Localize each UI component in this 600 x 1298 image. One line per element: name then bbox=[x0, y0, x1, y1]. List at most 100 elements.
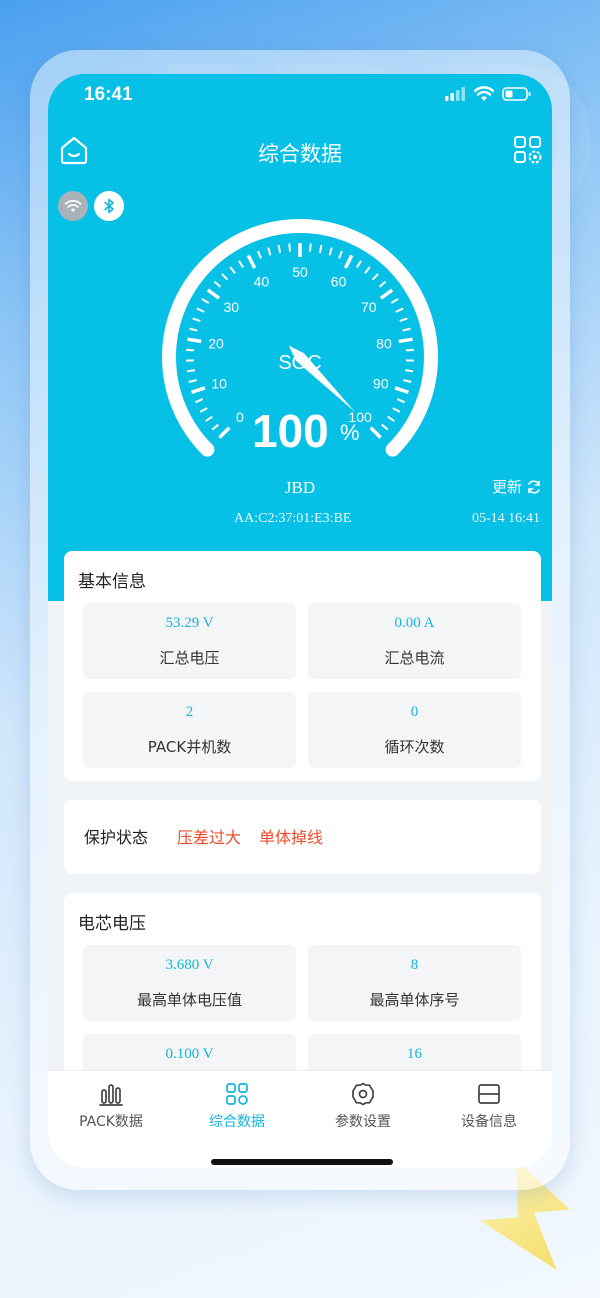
protection-status-card: 保护状态 压差过大 单体掉线 bbox=[64, 800, 541, 874]
gauge-minor-tick bbox=[267, 247, 272, 256]
gauge-minor-tick bbox=[387, 415, 395, 422]
gauge-minor-tick bbox=[221, 273, 229, 281]
gauge-minor-tick bbox=[381, 423, 389, 431]
gauge-major-tick bbox=[398, 337, 413, 344]
gauge-minor-tick bbox=[395, 307, 404, 313]
bottom-tab-bar: PACK数据 综合数据 参数设置 设备信息 bbox=[48, 1070, 552, 1168]
gauge-tick-label: 40 bbox=[254, 273, 270, 289]
gauge-minor-tick bbox=[192, 317, 201, 323]
total-current-label: 汇总电流 bbox=[384, 649, 445, 667]
device-name: JBD bbox=[284, 478, 316, 497]
protection-tag: 压差过大 bbox=[177, 828, 242, 847]
gauge-minor-tick bbox=[186, 369, 195, 373]
gear-icon bbox=[352, 1082, 374, 1106]
gauge-needle bbox=[288, 345, 356, 413]
pack-count-cell: 2 PACK并机数 bbox=[83, 692, 296, 768]
total-voltage-cell: 53.29 V 汇总电压 bbox=[83, 603, 296, 679]
gauge-minor-tick bbox=[378, 280, 387, 288]
gauge-minor-tick bbox=[238, 260, 245, 269]
gauge-minor-tick bbox=[364, 266, 371, 274]
cycle-count-cell: 0 循环次数 bbox=[308, 692, 521, 768]
cell-index-value: 16 bbox=[407, 1046, 422, 1062]
gauge-minor-tick bbox=[328, 247, 333, 256]
gauge-major-tick bbox=[379, 288, 394, 300]
gauge-minor-tick bbox=[338, 250, 343, 259]
tab-pack-data-label: PACK数据 bbox=[79, 1114, 143, 1130]
gauge-major-tick bbox=[218, 426, 231, 439]
app-screen: 16:41 综合数据 0 10 20 30 40 50 60 70 80 90 … bbox=[48, 74, 552, 1168]
max-cell-voltage-label: 最高单体电压值 bbox=[136, 991, 242, 1009]
update-label: 更新 bbox=[491, 478, 522, 496]
gauge-minor-tick bbox=[199, 407, 208, 413]
basic-info-title: 基本信息 bbox=[78, 572, 146, 592]
tab-pack-data[interactable]: PACK数据 bbox=[48, 1071, 174, 1131]
total-voltage-value: 53.29 V bbox=[165, 615, 214, 631]
max-cell-voltage-cell: 3.680 V 最高单体电压值 bbox=[83, 945, 296, 1021]
gauge-minor-tick bbox=[402, 327, 411, 332]
device-info-icon bbox=[478, 1084, 500, 1104]
gauge-tick-label: 10 bbox=[211, 375, 227, 391]
max-cell-index-cell: 8 最高单体序号 bbox=[308, 945, 521, 1021]
gauge-tick-label: 60 bbox=[331, 273, 347, 289]
gauge-minor-tick bbox=[229, 266, 236, 274]
gauge-major-tick bbox=[206, 288, 221, 300]
soc-value: 100 bbox=[252, 405, 329, 457]
grid-icon bbox=[226, 1083, 248, 1105]
gauge-minor-tick bbox=[211, 423, 219, 431]
gauge-minor-tick bbox=[189, 327, 198, 332]
gauge-major-tick bbox=[246, 254, 257, 269]
gauge-minor-tick bbox=[288, 243, 292, 252]
cell-voltage-diff-value: 0.100 V bbox=[165, 1046, 214, 1062]
protection-tag: 单体掉线 bbox=[259, 828, 324, 847]
cell-voltage-title: 电芯电压 bbox=[78, 914, 146, 934]
bar-chart-icon bbox=[99, 1084, 123, 1106]
total-current-value: 0.00 A bbox=[394, 615, 435, 631]
tab-overview[interactable]: 综合数据 bbox=[174, 1071, 300, 1131]
gauge-major-tick bbox=[187, 337, 202, 344]
gauge-major-tick bbox=[191, 386, 206, 394]
gauge-minor-tick bbox=[405, 369, 414, 373]
tab-parameters[interactable]: 参数设置 bbox=[300, 1071, 426, 1131]
gauge-tick-label: 80 bbox=[376, 336, 392, 352]
gauge-minor-tick bbox=[318, 244, 323, 254]
gauge-major-tick bbox=[343, 254, 354, 269]
total-voltage-label: 汇总电压 bbox=[159, 649, 220, 667]
gauge-minor-tick bbox=[205, 415, 213, 422]
gauge-tick-label: 0 bbox=[236, 409, 244, 425]
cycle-count-value: 0 bbox=[410, 704, 419, 720]
refresh-icon bbox=[528, 479, 540, 494]
update-button[interactable]: 更新 bbox=[492, 476, 542, 497]
pack-count-value: 2 bbox=[185, 704, 194, 720]
gauge-minor-tick bbox=[213, 280, 222, 288]
gauge-minor-tick bbox=[396, 398, 406, 404]
cycle-count-label: 循环次数 bbox=[384, 738, 445, 756]
gauge-minor-tick bbox=[355, 260, 362, 269]
gauge-tick-label: 50 bbox=[292, 264, 308, 280]
soc-unit: % bbox=[340, 420, 360, 445]
gauge-minor-tick bbox=[188, 379, 197, 383]
gauge-tick-label: 90 bbox=[373, 375, 389, 391]
tab-parameters-label: 参数设置 bbox=[335, 1114, 391, 1130]
gauge-major-tick bbox=[394, 386, 409, 394]
mac-address: AA:C2:37:01:E3:BE bbox=[234, 511, 352, 526]
gauge-tick-label: 70 bbox=[361, 299, 377, 315]
max-cell-voltage-value: 3.680 V bbox=[165, 957, 214, 973]
tab-device-info-label: 设备信息 bbox=[461, 1114, 517, 1130]
gauge-minor-tick bbox=[371, 273, 379, 281]
gauge-minor-tick bbox=[390, 298, 399, 304]
gauge-tick-label: 30 bbox=[223, 299, 239, 315]
gauge-minor-tick bbox=[186, 348, 195, 352]
gauge-major-tick bbox=[369, 426, 382, 439]
update-timestamp: 05-14 16:41 bbox=[471, 511, 540, 526]
max-cell-index-value: 8 bbox=[410, 957, 419, 973]
basic-info-card: 基本信息 53.29 V 汇总电压 0.00 A 汇总电流 2 PACK并机数 … bbox=[64, 551, 541, 781]
tab-device-info[interactable]: 设备信息 bbox=[426, 1071, 552, 1131]
gauge-minor-tick bbox=[403, 379, 412, 383]
gauge-minor-tick bbox=[201, 298, 210, 304]
max-cell-index-label: 最高单体序号 bbox=[369, 991, 460, 1009]
total-current-cell: 0.00 A 汇总电流 bbox=[308, 603, 521, 679]
protection-status-label: 保护状态 bbox=[84, 828, 149, 847]
gauge-minor-tick bbox=[194, 398, 204, 404]
tab-overview-label: 综合数据 bbox=[209, 1114, 265, 1130]
pack-count-label: PACK并机数 bbox=[147, 738, 232, 756]
